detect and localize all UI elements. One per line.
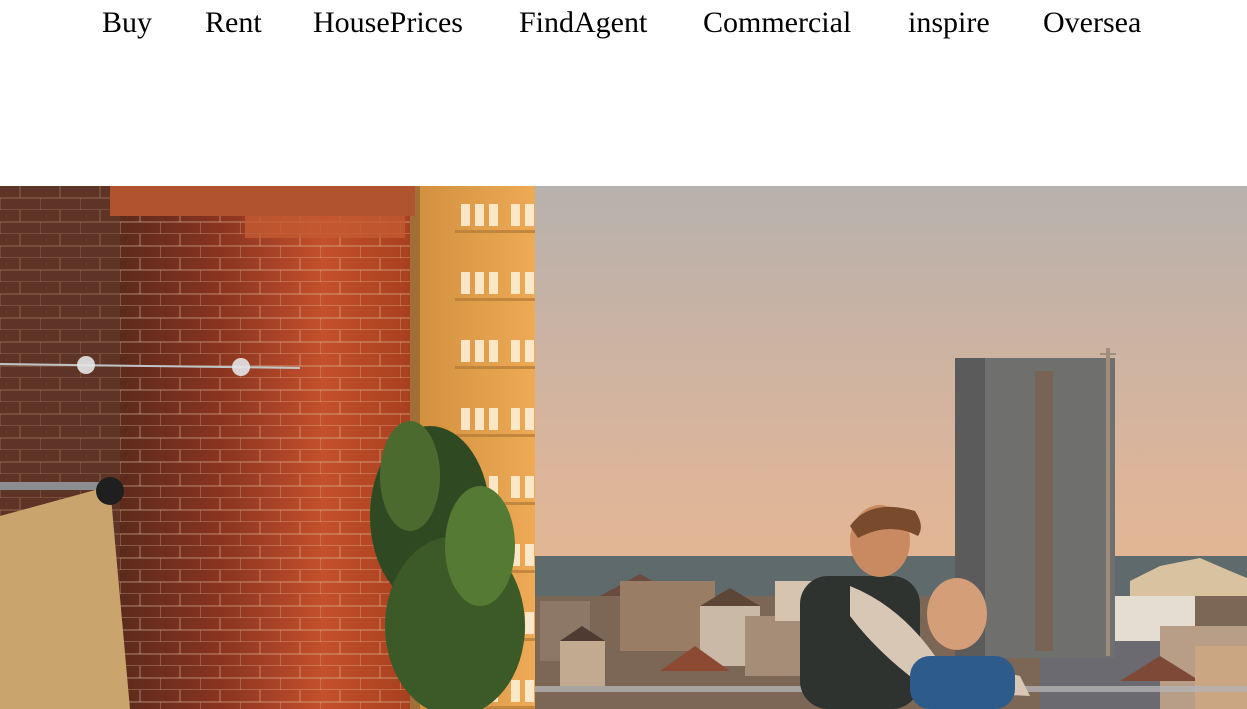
parapet (0, 486, 130, 709)
nav-link-commercial[interactable]: Commercial (703, 6, 851, 40)
nav-link-rent[interactable]: Rent (205, 6, 262, 40)
hero-photo (0, 186, 1247, 709)
nav-link-house-prices[interactable]: HousePrices (313, 6, 463, 40)
main-navigation: Buy Rent HousePrices FindAgent Commercia… (0, 0, 1247, 48)
nav-link-find-agent[interactable]: FindAgent (519, 6, 647, 40)
nav-link-buy[interactable]: Buy (102, 6, 152, 40)
antenna-mount (96, 477, 124, 505)
insulator (232, 358, 250, 376)
nav-link-inspire[interactable]: inspire (908, 6, 990, 40)
nav-link-oversea[interactable]: Oversea (1043, 6, 1141, 40)
insulator (77, 356, 95, 374)
hero-image (0, 186, 1247, 709)
